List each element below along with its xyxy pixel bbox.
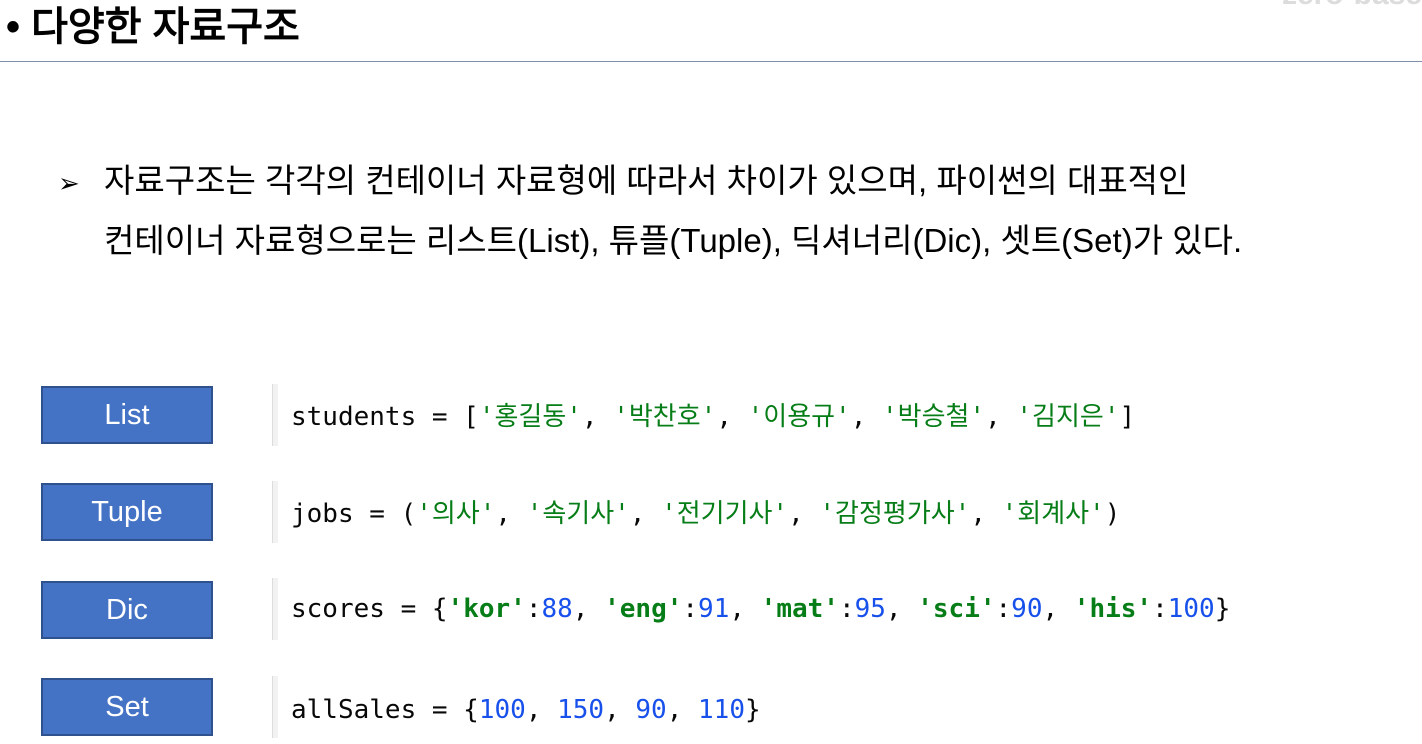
code-token: ] (1119, 402, 1136, 432)
code-token: , (850, 402, 883, 432)
code-token: , (666, 695, 699, 725)
code-token: 91 (698, 594, 730, 624)
code-token: } (1214, 594, 1231, 624)
code-token: 150 (557, 695, 605, 725)
code-token: ) (1104, 499, 1121, 529)
page-title: • 다양한 자료구조 (6, 5, 300, 49)
code-token: 95 (854, 594, 886, 624)
code-token: 110 (698, 695, 745, 725)
code-token: 'kor' (447, 594, 526, 624)
label-dic: Dic (41, 581, 213, 639)
code-token: 100 (1167, 594, 1215, 624)
code-token: '박찬호' (613, 402, 717, 432)
code-token: '박승철' (882, 402, 986, 432)
description-paragraph: ➢ 자료구조는 각각의 컨테이너 자료형에 따라서 차이가 있으며, 파이썬의 대… (58, 152, 1422, 269)
code-token: '김지은' (1016, 402, 1120, 432)
code-token: , (729, 594, 761, 624)
code-token: , (604, 695, 636, 725)
code-token: , (581, 402, 614, 432)
watermark-logo: zero-base (1282, 0, 1422, 12)
code-token: '의사' (416, 499, 496, 529)
code-token: 90 (1011, 594, 1043, 624)
code-token: , (525, 695, 558, 725)
code-token: 'sci' (917, 594, 996, 624)
code-line-dic: scores = {'kor':88, 'eng':91, 'mat':95, … (291, 592, 1230, 626)
label-set: Set (41, 678, 213, 736)
code-token: : (525, 594, 542, 624)
code-token: : (838, 594, 855, 624)
paragraph-line-1: ➢ 자료구조는 각각의 컨테이너 자료형에 따라서 차이가 있으며, 파이썬의 대… (58, 152, 1422, 212)
code-token: jobs = ( (291, 499, 417, 529)
code-token: 'eng' (604, 594, 683, 624)
title-divider (0, 61, 1422, 62)
code-token: , (495, 499, 527, 529)
code-token: , (629, 499, 662, 529)
code-token: } (745, 695, 761, 725)
paragraph-line-2: 컨테이너 자료형으로는 리스트(List), 튜플(Tuple), 딕셔너리(D… (104, 222, 1243, 259)
code-token: 88 (541, 594, 573, 624)
code-token: '홍길동' (478, 402, 582, 432)
code-token: '속기사' (526, 499, 630, 529)
code-token: scores = { (291, 594, 448, 624)
code-line-tuple: jobs = ('의사', '속기사', '전기기사', '감정평가사', '회… (291, 497, 1120, 531)
code-token: , (970, 499, 1002, 529)
code-token: , (885, 594, 918, 624)
code-token: : (682, 594, 699, 624)
code-token: , (716, 402, 748, 432)
label-tuple: Tuple (41, 483, 213, 541)
code-token: '회계사' (1001, 499, 1105, 529)
code-gutter (272, 481, 278, 543)
code-gutter (272, 676, 278, 738)
code-gutter (272, 578, 278, 640)
code-token: 'his' (1073, 594, 1153, 624)
code-token: , (1042, 594, 1074, 624)
code-token: '이용규' (747, 402, 851, 432)
code-token: students = [ (291, 402, 479, 432)
code-token: 'mat' (760, 594, 839, 624)
label-list: List (41, 386, 213, 444)
code-token: , (985, 402, 1017, 432)
paragraph-line-1-text: 자료구조는 각각의 컨테이너 자료형에 따라서 차이가 있으며, 파이썬의 대표… (104, 162, 1189, 199)
code-token: : (995, 594, 1012, 624)
code-line-list: students = ['홍길동', '박찬호', '이용규', '박승철', … (291, 400, 1135, 434)
code-token: allSales = { (291, 695, 479, 725)
code-token: , (572, 594, 605, 624)
code-token: , (788, 499, 820, 529)
code-token: '전기기사' (661, 499, 789, 529)
code-token: '감정평가사' (819, 499, 971, 529)
code-token: 100 (478, 695, 526, 725)
code-gutter (272, 384, 278, 446)
arrow-bullet-icon: ➢ (58, 168, 80, 198)
code-token: : (1152, 594, 1168, 624)
code-token: 90 (635, 695, 667, 725)
code-line-set: allSales = {100, 150, 90, 110} (291, 693, 761, 727)
